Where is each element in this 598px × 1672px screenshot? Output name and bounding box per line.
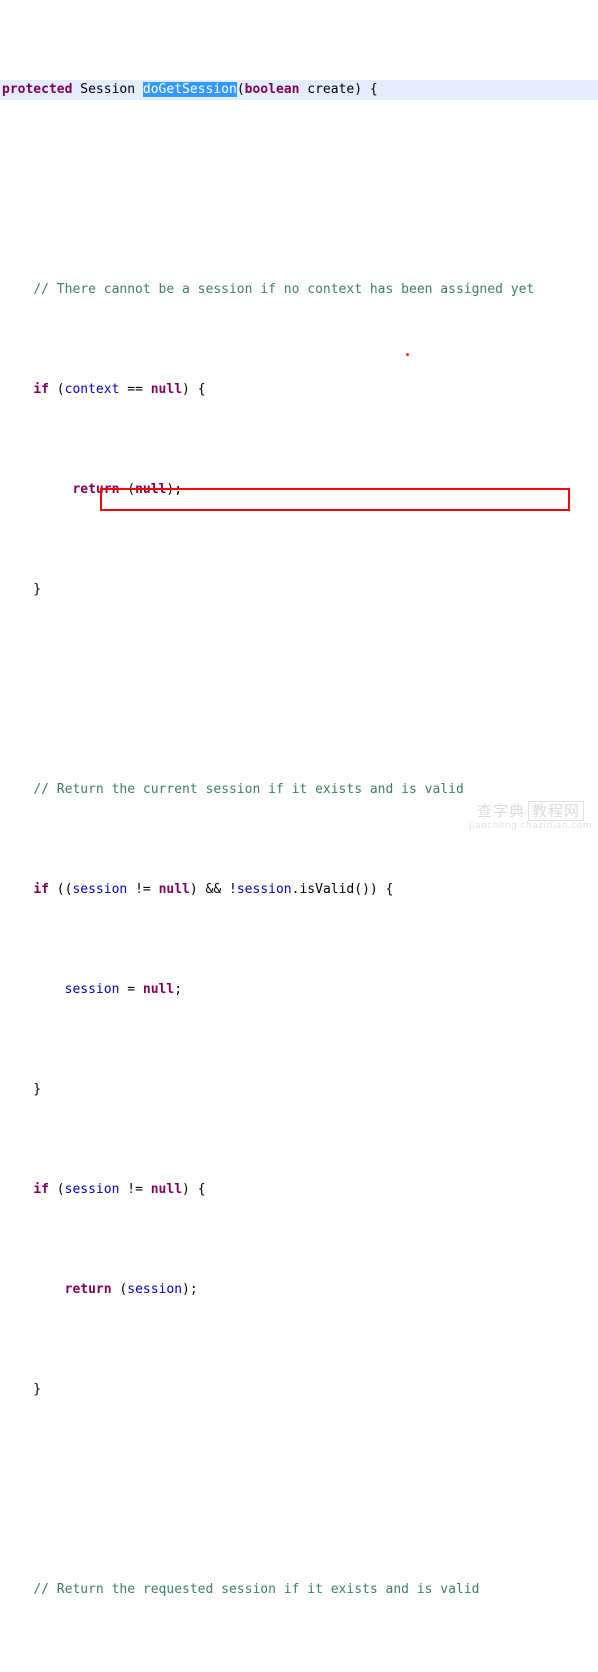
code-line-signature[interactable]: protected Session doGetSession(boolean c…	[0, 80, 598, 100]
param-create: create	[307, 82, 355, 97]
keyword-if: if	[33, 882, 49, 897]
field-session: session	[64, 982, 120, 997]
field-session: session	[72, 882, 128, 897]
method-isvalid: isValid	[299, 882, 355, 897]
keyword-null: null	[150, 1182, 183, 1197]
open-paren: (	[236, 82, 245, 97]
field-context: context	[64, 382, 120, 397]
keyword-return: return	[72, 482, 120, 497]
code-line-comment-no-context[interactable]: // There cannot be a session if no conte…	[0, 280, 598, 300]
code-line-close-brace-3[interactable]: }	[0, 1380, 598, 1400]
code-line-return-null-1[interactable]: return (null);	[0, 480, 598, 500]
code-line-close-brace-2[interactable]: }	[0, 1080, 598, 1100]
comment-text: // Return the current session if it exis…	[33, 782, 464, 797]
open-brace: {	[369, 82, 378, 97]
close-paren: )	[354, 82, 363, 97]
keyword-boolean: boolean	[244, 82, 300, 97]
keyword-protected: protected	[2, 82, 73, 97]
code-editor[interactable]: protected Session doGetSession(boolean c…	[0, 0, 598, 1597]
code-line-comment-requested-session[interactable]: // Return the requested session if it ex…	[0, 1580, 598, 1600]
keyword-null: null	[135, 482, 167, 497]
comment-text: // There cannot be a session if no conte…	[33, 282, 535, 297]
keyword-null: null	[158, 882, 190, 897]
field-session: session	[236, 882, 292, 897]
code-line-close-brace-1[interactable]: }	[0, 580, 598, 600]
comment-text: // Return the requested session if it ex…	[33, 1582, 480, 1597]
keyword-null: null	[150, 382, 183, 397]
keyword-return: return	[64, 1282, 112, 1297]
code-line-if-session-notnull-1[interactable]: if (session != null) {	[0, 1180, 598, 1200]
code-line-session-null-1[interactable]: session = null;	[0, 980, 598, 1000]
keyword-null: null	[142, 982, 175, 997]
field-session: session	[64, 1182, 120, 1197]
selected-method-name[interactable]: doGetSession	[142, 82, 237, 97]
field-session: session	[127, 1282, 183, 1297]
code-line-return-session-1[interactable]: return (session);	[0, 1280, 598, 1300]
annotation-dot	[406, 353, 409, 356]
keyword-if: if	[33, 382, 49, 397]
source-code-view[interactable]: protected Session doGetSession(boolean c…	[0, 0, 598, 1597]
code-line-if-session-invalid-1[interactable]: if ((session != null) && !session.isVali…	[0, 880, 598, 900]
type-session: Session	[80, 82, 136, 97]
code-line-comment-current-session[interactable]: // Return the current session if it exis…	[0, 780, 598, 800]
keyword-if: if	[33, 1182, 49, 1197]
code-line-if-context-null[interactable]: if (context == null) {	[0, 380, 598, 400]
